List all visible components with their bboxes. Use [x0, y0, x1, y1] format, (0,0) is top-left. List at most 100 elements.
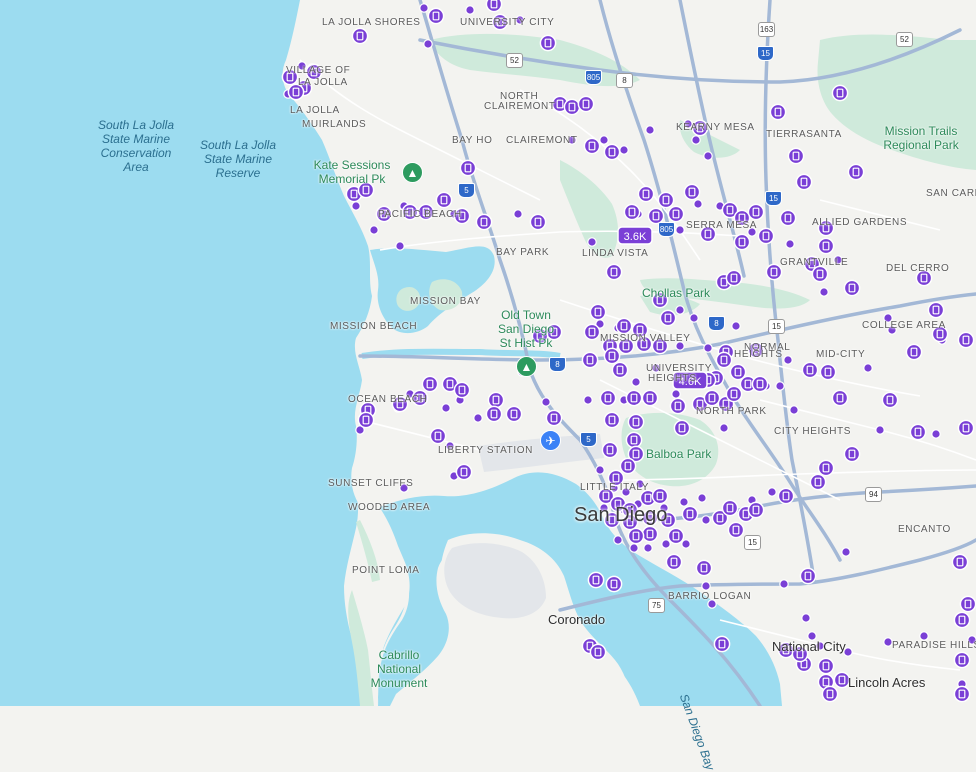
listing-building-marker[interactable] — [599, 389, 617, 407]
listing-dot-marker[interactable] — [395, 241, 405, 251]
listing-building-marker[interactable] — [959, 595, 976, 613]
listing-building-marker[interactable] — [927, 301, 945, 319]
listing-dot-marker[interactable] — [659, 503, 669, 513]
listing-dot-marker[interactable] — [651, 363, 661, 373]
listing-dot-marker[interactable] — [645, 125, 655, 135]
listing-building-marker[interactable] — [831, 84, 849, 102]
listing-dot-marker[interactable] — [599, 135, 609, 145]
listing-building-marker[interactable] — [931, 325, 949, 343]
listing-dot-marker[interactable] — [883, 637, 893, 647]
listing-dot-marker[interactable] — [399, 483, 409, 493]
listing-building-marker[interactable] — [951, 553, 969, 571]
listing-building-marker[interactable] — [601, 441, 619, 459]
listing-building-marker[interactable] — [747, 341, 765, 359]
listing-building-marker[interactable] — [505, 405, 523, 423]
listing-building-marker[interactable] — [351, 27, 369, 45]
listing-dot-marker[interactable] — [473, 413, 483, 423]
listing-dot-marker[interactable] — [619, 145, 629, 155]
listing-dot-marker[interactable] — [599, 503, 609, 513]
listing-dot-marker[interactable] — [801, 613, 811, 623]
listing-building-marker[interactable] — [809, 473, 827, 491]
listing-building-marker[interactable] — [779, 209, 797, 227]
listing-building-marker[interactable] — [657, 191, 675, 209]
listing-building-marker[interactable] — [659, 309, 677, 327]
listing-building-marker[interactable] — [617, 337, 635, 355]
listing-building-marker[interactable] — [583, 323, 601, 341]
listing-building-marker[interactable] — [619, 457, 637, 475]
listing-dot-marker[interactable] — [513, 209, 523, 219]
listing-dot-marker[interactable] — [681, 539, 691, 549]
listing-building-marker[interactable] — [637, 185, 655, 203]
listing-dot-marker[interactable] — [683, 119, 693, 129]
listing-building-marker[interactable] — [605, 575, 623, 593]
listing-building-marker[interactable] — [819, 363, 837, 381]
listing-building-marker[interactable] — [583, 137, 601, 155]
listing-building-marker[interactable] — [545, 409, 563, 427]
listing-building-marker[interactable] — [605, 263, 623, 281]
listing-building-marker[interactable] — [847, 163, 865, 181]
listing-dot-marker[interactable] — [887, 325, 897, 335]
listing-building-marker[interactable] — [787, 147, 805, 165]
listing-building-marker[interactable] — [453, 381, 471, 399]
map-canvas[interactable]: 3.6K 4.6K — [0, 0, 976, 706]
listing-building-marker[interactable] — [603, 411, 621, 429]
listing-building-marker[interactable] — [733, 209, 751, 227]
listing-building-marker[interactable] — [603, 511, 621, 529]
listing-dot-marker[interactable] — [819, 287, 829, 297]
listing-building-marker[interactable] — [587, 571, 605, 589]
listing-dot-marker[interactable] — [703, 343, 713, 353]
listing-building-marker[interactable] — [641, 525, 659, 543]
listing-building-marker[interactable] — [953, 611, 971, 629]
listing-building-marker[interactable] — [817, 657, 835, 675]
listing-dot-marker[interactable] — [919, 631, 929, 641]
listing-dot-marker[interactable] — [783, 355, 793, 365]
listing-dot-marker[interactable] — [843, 647, 853, 657]
listing-building-marker[interactable] — [667, 205, 685, 223]
listing-building-marker[interactable] — [725, 385, 743, 403]
listing-dot-marker[interactable] — [631, 377, 641, 387]
listing-dot-marker[interactable] — [785, 239, 795, 249]
listing-building-marker[interactable] — [699, 225, 717, 243]
listing-building-marker[interactable] — [715, 351, 733, 369]
listing-building-marker[interactable] — [631, 321, 649, 339]
listing-dot-marker[interactable] — [441, 403, 451, 413]
listing-dot-marker[interactable] — [689, 313, 699, 323]
listing-building-marker[interactable] — [747, 203, 765, 221]
listing-building-marker[interactable] — [545, 323, 563, 341]
listing-building-marker[interactable] — [957, 419, 975, 437]
listing-dot-marker[interactable] — [419, 3, 429, 13]
listing-building-marker[interactable] — [733, 233, 751, 251]
listing-building-marker[interactable] — [563, 98, 581, 116]
listing-dot-marker[interactable] — [351, 201, 361, 211]
listing-building-marker[interactable] — [651, 487, 669, 505]
listing-building-marker[interactable] — [459, 159, 477, 177]
listing-building-marker[interactable] — [691, 119, 709, 137]
listing-building-marker[interactable] — [791, 645, 809, 663]
listing-dot-marker[interactable] — [883, 313, 893, 323]
listing-building-marker[interactable] — [611, 361, 629, 379]
listing-building-marker[interactable] — [357, 411, 375, 429]
listing-building-marker[interactable] — [281, 68, 299, 86]
listing-building-marker[interactable] — [475, 213, 493, 231]
listing-dot-marker[interactable] — [775, 381, 785, 391]
listing-dot-marker[interactable] — [675, 225, 685, 235]
listing-dot-marker[interactable] — [297, 61, 307, 71]
listing-dot-marker[interactable] — [931, 429, 941, 439]
listing-building-marker[interactable] — [621, 513, 639, 531]
listing-building-marker[interactable] — [915, 269, 933, 287]
listing-building-marker[interactable] — [669, 397, 687, 415]
listing-dot-marker[interactable] — [691, 135, 701, 145]
listing-building-marker[interactable] — [607, 469, 625, 487]
listing-dot-marker[interactable] — [369, 225, 379, 235]
listing-building-marker[interactable] — [909, 423, 927, 441]
listing-building-marker[interactable] — [641, 389, 659, 407]
listing-building-marker[interactable] — [843, 445, 861, 463]
listing-building-marker[interactable] — [713, 635, 731, 653]
listing-building-marker[interactable] — [635, 335, 653, 353]
listing-building-marker[interactable] — [801, 361, 819, 379]
listing-building-marker[interactable] — [799, 567, 817, 585]
listing-dot-marker[interactable] — [833, 255, 843, 265]
listing-building-marker[interactable] — [703, 389, 721, 407]
listing-building-marker[interactable] — [603, 143, 621, 161]
listing-building-marker[interactable] — [491, 13, 509, 31]
